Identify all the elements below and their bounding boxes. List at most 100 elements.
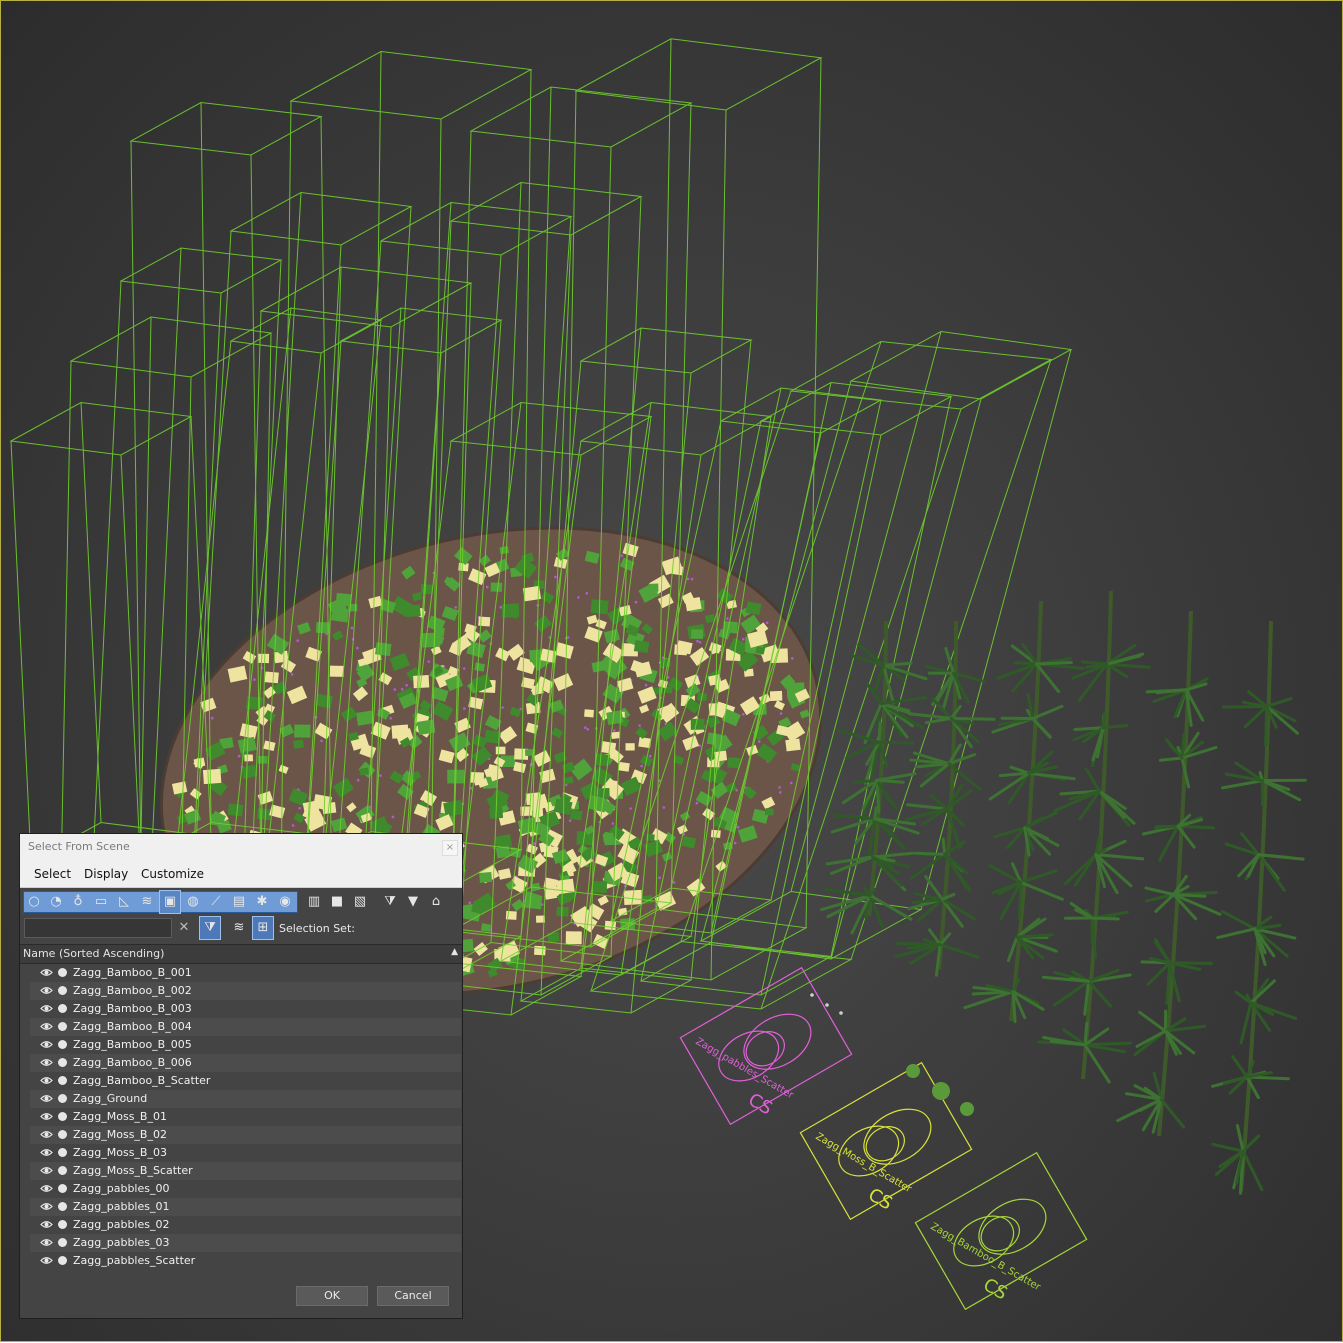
visibility-eye-icon[interactable] (40, 1146, 53, 1159)
freeze-state-icon[interactable] (58, 1112, 67, 1121)
freeze-state-icon[interactable] (58, 1058, 67, 1067)
visibility-eye-icon[interactable] (40, 984, 53, 997)
shapes-icon[interactable]: ◔ (46, 891, 66, 913)
list-item[interactable]: Zagg_Bamboo_B_Scatter (30, 1072, 461, 1090)
visibility-eye-icon[interactable] (40, 1182, 53, 1195)
visibility-eye-icon[interactable] (40, 966, 53, 979)
freeze-state-icon[interactable] (58, 968, 67, 977)
freeze-state-icon[interactable] (58, 1238, 67, 1247)
cancel-button[interactable]: Cancel (377, 1286, 449, 1306)
list-item[interactable]: Zagg_Moss_B_02 (30, 1126, 461, 1144)
freeze-state-icon[interactable] (58, 1220, 67, 1229)
list-item[interactable]: Zagg_Bamboo_B_002 (30, 982, 461, 1000)
visibility-eye-icon[interactable] (40, 1074, 53, 1087)
menu-customize[interactable]: Customize (141, 867, 204, 881)
bamboo-leaf (879, 742, 913, 743)
visibility-eye-icon[interactable] (40, 1164, 53, 1177)
invert-display-icon[interactable]: ▧ (350, 891, 370, 913)
visibility-eye-icon[interactable] (40, 1218, 53, 1231)
bamboo-leaf (834, 815, 875, 818)
pebble-speck (613, 729, 616, 732)
visibility-eye-icon[interactable] (40, 1200, 53, 1213)
visibility-eye-icon[interactable] (40, 1092, 53, 1105)
filter-icon[interactable]: ⧩ (380, 891, 400, 913)
frozen-icon[interactable]: ✱ (252, 891, 272, 913)
list-item[interactable]: Zagg_pabbles_01 (30, 1198, 461, 1216)
list-item[interactable]: Zagg_Moss_B_01 (30, 1108, 461, 1126)
bamboo-leaf (1174, 895, 1205, 897)
visibility-eye-icon[interactable] (40, 1110, 53, 1123)
freeze-state-icon[interactable] (58, 1076, 67, 1085)
menu-select[interactable]: Select (34, 867, 71, 881)
moss-tile (257, 808, 272, 820)
bones-icon[interactable]: ⟋ (206, 891, 226, 913)
freeze-state-icon[interactable] (58, 1184, 67, 1193)
object-name: Zagg_pabbles_01 (73, 1200, 169, 1213)
list-item[interactable]: Zagg_Moss_B_Scatter (30, 1162, 461, 1180)
pebble-speck (357, 779, 360, 782)
bamboo-leaf (915, 853, 945, 854)
visibility-eye-icon[interactable] (40, 1002, 53, 1015)
dialog-titlebar[interactable]: Select From Scene × (20, 834, 462, 861)
xrefs-icon[interactable]: ◍ (183, 891, 203, 913)
pebble-speck (790, 782, 793, 785)
pebble-speck (253, 678, 256, 681)
containers-icon[interactable]: ▤ (229, 891, 249, 913)
list-item[interactable]: Zagg_Bamboo_B_004 (30, 1018, 461, 1036)
list-item[interactable]: Zagg_pabbles_03 (30, 1234, 461, 1252)
helpers-icon[interactable]: ◺ (114, 891, 134, 913)
search-input[interactable] (24, 918, 172, 938)
pebble-speck (734, 842, 737, 845)
bamboo-scatter-helper: Zagg_Bamboo_B_ScatterCS (915, 1153, 1097, 1329)
bamboo-leaf (1085, 1023, 1087, 1044)
list-item[interactable]: Zagg_Moss_B_03 (30, 1144, 461, 1162)
list-item[interactable]: Zagg_Ground (30, 1090, 461, 1108)
visibility-eye-icon[interactable] (40, 1128, 53, 1141)
bamboo-leaf (1182, 734, 1184, 758)
clear-search-icon[interactable]: ✕ (174, 917, 194, 939)
moss-tile (691, 629, 703, 639)
space-warps-icon[interactable]: ≋ (137, 891, 157, 913)
filter-toggle-icon[interactable]: ⧩ (200, 917, 220, 939)
cameras-icon[interactable]: ▭ (91, 891, 111, 913)
hidden-icon[interactable]: ◉ (275, 891, 295, 913)
hierarchy-icon[interactable]: ⊞ (253, 917, 273, 939)
freeze-state-icon[interactable] (58, 1040, 67, 1049)
freeze-state-icon[interactable] (58, 1130, 67, 1139)
lights-icon[interactable]: ♁ (68, 891, 88, 913)
freeze-state-icon[interactable] (58, 1148, 67, 1157)
name-column-header[interactable]: Name (Sorted Ascending) ▲ (20, 944, 462, 964)
moss-tile (723, 621, 738, 633)
ok-button[interactable]: OK (296, 1286, 368, 1306)
list-item[interactable]: Zagg_Bamboo_B_006 (30, 1054, 461, 1072)
freeze-state-icon[interactable] (58, 1094, 67, 1103)
close-button[interactable]: × (442, 840, 458, 856)
freeze-state-icon[interactable] (58, 1202, 67, 1211)
scene-object-list[interactable]: Zagg_Bamboo_B_001Zagg_Bamboo_B_002Zagg_B… (20, 964, 462, 1270)
freeze-state-icon[interactable] (58, 1256, 67, 1265)
pebble-tile (626, 743, 635, 750)
list-item[interactable]: Zagg_pabbles_00 (30, 1180, 461, 1198)
visibility-eye-icon[interactable] (40, 1254, 53, 1267)
freeze-state-icon[interactable] (58, 1022, 67, 1031)
display-none-icon[interactable]: ■ (327, 891, 347, 913)
list-item[interactable]: Zagg_Bamboo_B_001 (30, 964, 461, 982)
freeze-state-icon[interactable] (58, 986, 67, 995)
visibility-eye-icon[interactable] (40, 1056, 53, 1069)
visibility-eye-icon[interactable] (40, 1038, 53, 1051)
list-item[interactable]: Zagg_Bamboo_B_003 (30, 1000, 461, 1018)
display-all-icon[interactable]: ▥ (304, 891, 324, 913)
list-item[interactable]: Zagg_Bamboo_B_005 (30, 1036, 461, 1054)
find-icon[interactable]: ▼ (403, 891, 423, 913)
groups-icon[interactable]: ▣ (160, 891, 180, 913)
freeze-state-icon[interactable] (58, 1004, 67, 1013)
selection-sets-icon[interactable]: ⌂ (426, 891, 446, 913)
freeze-state-icon[interactable] (58, 1166, 67, 1175)
visibility-eye-icon[interactable] (40, 1236, 53, 1249)
list-item[interactable]: Zagg_pabbles_02 (30, 1216, 461, 1234)
menu-display[interactable]: Display (84, 867, 128, 881)
layers-icon[interactable]: ≋ (229, 917, 249, 939)
visibility-eye-icon[interactable] (40, 1020, 53, 1033)
list-item[interactable]: Zagg_pabbles_Scatter (30, 1252, 461, 1270)
geometry-icon[interactable]: ○ (24, 891, 44, 913)
